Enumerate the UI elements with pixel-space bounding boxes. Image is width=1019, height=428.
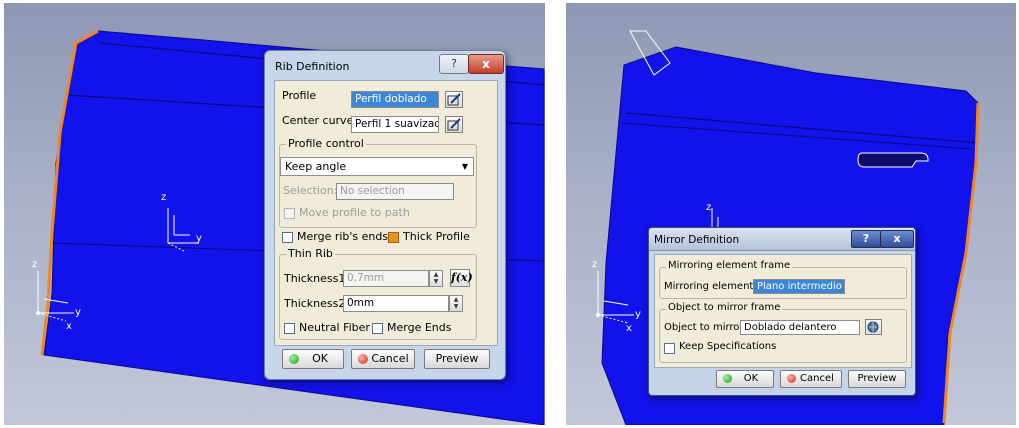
mirror-dialog-title: Mirror Definition	[654, 234, 740, 246]
merge-ends-checkbox[interactable]	[372, 323, 383, 334]
merge-ribs-ends-label: Merge rib's ends	[297, 230, 389, 243]
keep-specifications-checkbox[interactable]	[664, 343, 675, 354]
model-axis-y-label: y	[196, 233, 202, 244]
object-to-mirror-group-title: Object to mirror frame	[666, 302, 783, 313]
center-curve-sketch-button[interactable]	[445, 116, 463, 133]
thick-profile-label: Thick Profile	[403, 230, 470, 243]
compass-axis-y-label: y	[635, 309, 641, 320]
rib-dialog-footer: OK Cancel Preview	[274, 347, 496, 371]
compass-axis-y-label: y	[75, 307, 81, 318]
cancel-button[interactable]: Cancel	[351, 349, 415, 369]
compass-axis-x-label: x	[66, 321, 72, 332]
mirroring-element-label: Mirroring element:	[664, 281, 757, 292]
cancel-red-dot-icon	[358, 354, 368, 364]
preview-button[interactable]: Preview	[848, 370, 906, 388]
rib-dialog-title: Rib Definition	[275, 60, 350, 73]
ok-button-label: OK	[743, 373, 759, 384]
profile-control-selected: Keep angle	[285, 160, 347, 173]
thickness1-field[interactable]: 0,7mm	[343, 270, 429, 287]
object-to-mirror-field[interactable]: Doblado delantero	[740, 320, 860, 335]
rib-definition-dialog[interactable]: Rib Definition ? x Profile Perfil doblad…	[264, 50, 506, 380]
ok-button[interactable]: OK	[716, 370, 774, 388]
neutral-fiber-label: Neutral Fiber	[299, 321, 370, 334]
mirror-dialog-body: Mirroring element frame Mirroring elemen…	[654, 254, 912, 368]
sketcher-icon	[447, 118, 461, 131]
ok-button-label: OK	[312, 352, 328, 365]
close-button[interactable]: x	[468, 54, 504, 74]
help-button[interactable]: ?	[439, 54, 469, 74]
thickness1-spinner[interactable]: ▲ ▼	[429, 270, 443, 287]
keep-specifications-label: Keep Specifications	[679, 341, 777, 352]
thick-profile-checkbox[interactable]	[388, 232, 399, 243]
thickness2-field[interactable]: 0mm	[343, 295, 449, 312]
thin-rib-title: Thin Rib	[286, 247, 335, 260]
object-to-mirror-label: Object to mirror:	[664, 322, 747, 333]
sketcher-icon	[447, 93, 461, 106]
formula-button[interactable]: f(x)	[450, 269, 473, 287]
ok-green-dot-icon	[723, 374, 732, 383]
compass-axis-z-label: z	[592, 259, 597, 270]
close-button[interactable]: x	[880, 230, 914, 248]
mirror-definition-dialog[interactable]: Mirror Definition ? x Mirroring element …	[648, 227, 916, 396]
ok-green-dot-icon	[289, 354, 299, 364]
profile-field[interactable]: Perfil doblado	[351, 91, 439, 108]
rib-dialog-body: Profile Perfil doblado Center curve Perf…	[274, 80, 498, 346]
help-button[interactable]: ?	[851, 230, 881, 248]
selection-field[interactable]: No selection	[336, 183, 454, 200]
ok-button[interactable]: OK	[282, 349, 344, 369]
search-globe-icon	[867, 321, 879, 333]
profile-control-dropdown[interactable]: Keep angle ▼	[280, 157, 474, 176]
compass-axis-z-label: z	[32, 259, 37, 270]
cancel-button[interactable]: Cancel	[780, 370, 842, 388]
center-curve-label: Center curve	[282, 114, 354, 127]
move-profile-label: Move profile to path	[299, 206, 410, 219]
model-axis-z-label: z	[161, 192, 166, 203]
profile-control-title: Profile control	[286, 137, 366, 150]
rib-dialog-titlebar[interactable]: Rib Definition ? x	[265, 51, 505, 79]
cancel-red-dot-icon	[787, 374, 796, 383]
neutral-fiber-checkbox[interactable]	[284, 323, 295, 334]
merge-ends-label: Merge Ends	[387, 321, 452, 334]
mirroring-element-group-title: Mirroring element frame	[666, 260, 793, 271]
thickness2-spinner[interactable]: ▲ ▼	[449, 295, 463, 312]
move-profile-checkbox[interactable]	[284, 208, 295, 219]
preview-button[interactable]: Preview	[424, 349, 490, 369]
compass-axis-x-label: x	[626, 323, 632, 334]
selection-label: Selection:	[283, 184, 338, 197]
center-curve-field[interactable]: Perfil 1 suavizado	[351, 116, 439, 133]
mirror-dialog-footer: OK Cancel Preview	[654, 368, 910, 392]
profile-sketch-button[interactable]	[445, 91, 463, 108]
thickness1-label: Thickness1:	[284, 272, 350, 285]
object-selection-button[interactable]	[865, 319, 882, 335]
model-axis-z-label: z	[706, 202, 711, 213]
merge-ribs-ends-checkbox[interactable]	[282, 232, 293, 243]
profile-label: Profile	[282, 89, 317, 102]
mirror-dialog-titlebar[interactable]: Mirror Definition ? x	[649, 228, 915, 251]
thickness2-label: Thickness2:	[284, 297, 350, 310]
chevron-down-icon: ▼	[461, 162, 468, 171]
mirroring-element-field[interactable]: Plano intermedio	[753, 279, 845, 294]
